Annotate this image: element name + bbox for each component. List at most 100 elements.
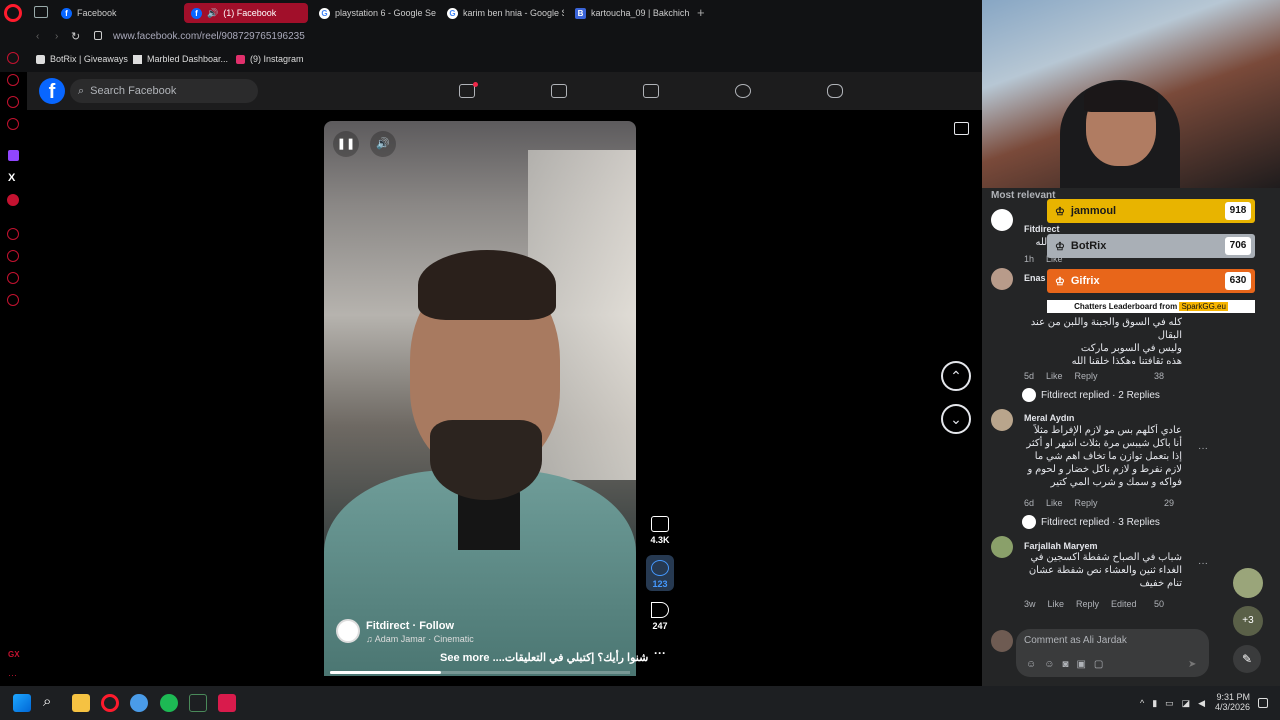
new-tab-button[interactable]: + [697,5,705,20]
contact-avatar[interactable] [1233,568,1263,598]
tab-facebook-active[interactable]: f 🔊 (1) Facebook [184,3,308,23]
comment-meta: 6d Like Reply [1024,498,1098,508]
search-icon[interactable]: ⌕ [43,693,51,710]
app-icon[interactable] [218,694,236,712]
previous-reel-button[interactable]: ⌃ [941,361,971,391]
tab-facebook[interactable]: f Facebook [54,3,180,23]
comment-author[interactable]: Enas [1024,273,1046,283]
sidebar-music-icon[interactable] [7,194,19,206]
video-icon[interactable] [551,84,567,98]
next-reel-button[interactable]: ⌄ [941,404,971,434]
more-options-button[interactable]: ··· [648,646,672,660]
opera-gx-icon[interactable] [101,694,119,712]
tray-icons[interactable]: ^▮▭◪◀ [1140,698,1213,709]
bookmark-botrix[interactable]: BotRix | Giveaways [36,54,128,64]
comment-author[interactable]: Farjallah Maryem [1024,541,1098,551]
replies-link-2[interactable]: Fitdirect replied · 3 Replies [1022,515,1160,529]
forward-icon[interactable]: › [55,31,58,42]
volume-icon[interactable]: 🔊 [370,131,396,157]
notification-dot [473,82,478,87]
comment-text: كله في السوق والجبنة واللبن من عند البقا… [1030,317,1182,364]
reaction-count: 38 [1154,371,1165,381]
sidebar-x-icon[interactable]: X [8,172,15,184]
instagram-icon [236,54,245,64]
chevron-up-icon: ⌃ [950,368,962,384]
facebook-logo[interactable]: f [39,78,65,104]
spotify-icon[interactable] [160,694,178,712]
like-button[interactable]: 4.3K [648,516,672,545]
sidebar-history-icon[interactable] [7,250,19,262]
sidebar-bag-icon[interactable] [7,74,19,86]
avatar[interactable] [991,536,1013,558]
sidebar-whatsapp-icon[interactable] [7,118,19,130]
sort-dropdown[interactable]: Most relevant [991,190,1055,201]
browser-sidebar [0,72,27,686]
reload-icon[interactable]: ↻ [71,30,80,43]
comment-text: شباب في الصباح شفطة اكسجين في الغداء ثني… [1028,552,1182,589]
windows-start-icon[interactable] [13,694,31,712]
notifications-icon[interactable] [1258,698,1268,708]
replies-link-1[interactable]: Fitdirect replied · 2 Replies [1022,388,1160,402]
sidebar-messenger-icon[interactable] [7,96,19,108]
follow-button[interactable]: Follow [419,620,454,632]
sidebar-twitch-icon[interactable] [8,150,19,161]
sidebar-player-icon[interactable] [7,228,19,240]
poster-name[interactable]: Fitdirect [366,620,409,632]
like-icon [651,516,669,532]
poster-avatar[interactable] [336,619,360,643]
comment-button[interactable]: 123 [648,560,672,589]
app-icon[interactable] [189,694,207,712]
speaker-icon[interactable]: 🔊 [207,8,218,19]
google-favicon-icon: G [319,7,330,19]
bookmark-marbled[interactable]: Marbled Dashboar... [133,54,228,64]
google-favicon-icon: G [447,7,458,19]
crown-icon: ♔ [1055,240,1065,253]
comment-author[interactable]: Meral Aydın [1024,413,1074,423]
sidebar-ai-icon[interactable] [7,52,19,64]
file-explorer-icon[interactable] [72,694,90,712]
tab-google-playstation[interactable]: Gplaystation 6 - Google Se [312,3,436,23]
audio-track[interactable]: ♫ Adam Jamar · Cinematic [366,634,474,644]
workspaces-icon[interactable] [34,6,48,18]
expand-panel-icon[interactable] [954,122,969,135]
bookmark-instagram[interactable]: (9) Instagram [236,54,304,64]
comment-placeholder: Comment as Ali Jardak [1024,635,1127,646]
clock[interactable]: 9:31 PM 4/3/2026 [1208,692,1250,712]
send-icon[interactable]: ➤ [1188,659,1196,670]
streamer-hair [1084,82,1158,112]
tab-google-karim[interactable]: Gkarim ben hnia - Google S [440,3,564,23]
reel-caption: See more شنوا رأيك؟ إكتبلي في التعليقات.… [440,652,649,664]
bakchich-favicon-icon: B [575,7,586,19]
url-field[interactable]: www.facebook.com/reel/908729765196235 [113,31,305,42]
pause-icon[interactable]: ❚❚ [333,131,359,157]
back-icon[interactable]: ‹ [36,31,39,42]
search-input[interactable]: ⌕ Search Facebook [70,79,258,103]
comment-tools-icons[interactable]: ☺☺◙▣▢ [1026,659,1111,670]
share-button[interactable]: 247 [648,602,672,631]
comment-options-icon[interactable]: ··· [1198,443,1208,454]
botrix-icon [36,54,45,64]
leaderboard-caption: Chatters Leaderboard from SparkGG.eu [1047,300,1255,313]
see-more-link[interactable]: See more [440,652,490,664]
comment-options-icon[interactable]: ··· [1198,558,1208,569]
avatar[interactable] [991,409,1013,431]
leaderboard-row-3: ♔ Gifrix 630 [1047,269,1255,293]
sidebar-more-icon[interactable]: ··· [8,670,17,680]
sidebar-gx-icon[interactable]: GX [8,650,20,659]
new-message-icon[interactable]: ✎ [1233,645,1261,673]
sidebar-extensions-icon[interactable] [7,272,19,284]
more-contacts-badge[interactable]: +3 [1233,606,1263,636]
avatar[interactable] [991,268,1013,290]
facebook-favicon-icon: f [191,7,202,19]
tab-bakchich[interactable]: Bkartoucha_09 | Bakchich p [568,3,692,23]
groups-icon[interactable] [735,84,751,98]
marketplace-icon[interactable] [643,84,659,98]
sidebar-settings-icon[interactable] [7,294,19,306]
poster-name-line: Fitdirect · Follow [366,620,455,632]
avatar[interactable] [991,209,1013,231]
gaming-icon[interactable] [827,84,843,98]
app-icon[interactable] [130,694,148,712]
comment-author[interactable]: Fitdirect [1024,224,1060,234]
grid-icon [133,54,142,64]
opera-logo-icon[interactable] [4,4,22,22]
